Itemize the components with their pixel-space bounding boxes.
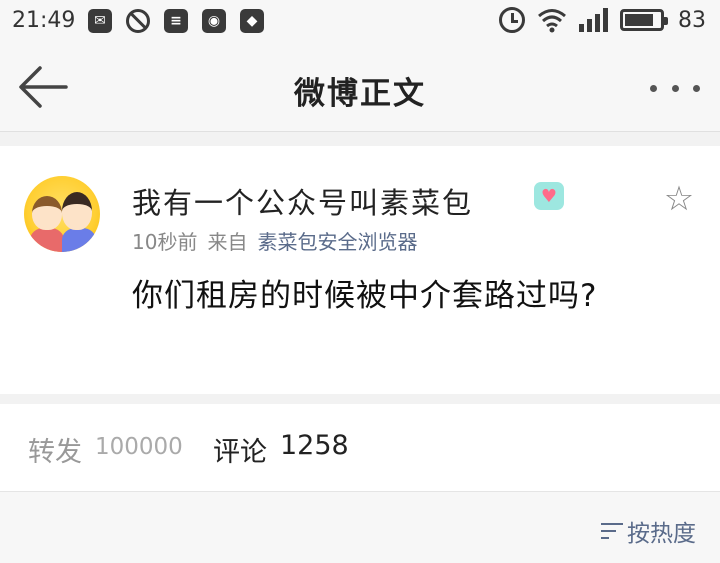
- repost-tab-label[interactable]: 转发: [28, 430, 82, 469]
- wechat-icon: ✉: [88, 9, 112, 33]
- signal-icon: [579, 8, 608, 32]
- stats-bar: 转发 100000 评论 1258: [0, 404, 720, 492]
- heart-badge-icon: ♥: [534, 182, 564, 210]
- post-meta: 10秒前 来自 素菜包安全浏览器: [132, 226, 417, 255]
- from-label: 来自: [207, 230, 248, 254]
- post-text: 你们租房的时候被中介套路过吗?: [132, 278, 598, 314]
- wifi-icon: [538, 9, 566, 33]
- avatar[interactable]: [24, 176, 100, 252]
- star-icon[interactable]: ☆: [662, 182, 696, 216]
- news-icon: ≡: [164, 9, 188, 33]
- post-card: 我有一个公众号叫素菜包 ♥ ☆ 10秒前 来自 素菜包安全浏览器 你们租房的时候…: [0, 146, 720, 394]
- comment-tab-label[interactable]: 评论: [213, 430, 267, 469]
- post-time: 10秒前: [132, 230, 198, 254]
- sort-icon: [601, 521, 623, 541]
- status-time: 21:49: [12, 8, 76, 33]
- sort-label: 按热度: [627, 521, 696, 547]
- block-icon: [126, 9, 150, 33]
- username[interactable]: 我有一个公众号叫素菜包: [132, 180, 473, 222]
- system-icons: 83: [499, 7, 706, 33]
- notification-icons: ✉ ≡ ◉ ◆: [88, 9, 264, 33]
- battery-percent: 83: [678, 7, 706, 33]
- page-title: 微博正文: [294, 76, 426, 112]
- post-source[interactable]: 素菜包安全浏览器: [257, 226, 417, 255]
- repost-count[interactable]: 100000: [95, 434, 183, 460]
- sort-by-hot-button[interactable]: 按热度: [601, 514, 696, 548]
- comment-count[interactable]: 1258: [280, 430, 349, 461]
- nav-header: 微博正文: [0, 44, 720, 132]
- shield-icon: ◆: [240, 9, 264, 33]
- weibo-icon: ◉: [202, 9, 226, 33]
- status-bar: 21:49 ✉ ≡ ◉ ◆ 83: [0, 0, 720, 44]
- alarm-icon: [499, 7, 525, 33]
- more-options-icon[interactable]: [650, 80, 700, 96]
- battery-icon: [620, 9, 668, 31]
- battery-fill: [625, 14, 654, 26]
- sort-bar: 按热度: [0, 492, 720, 563]
